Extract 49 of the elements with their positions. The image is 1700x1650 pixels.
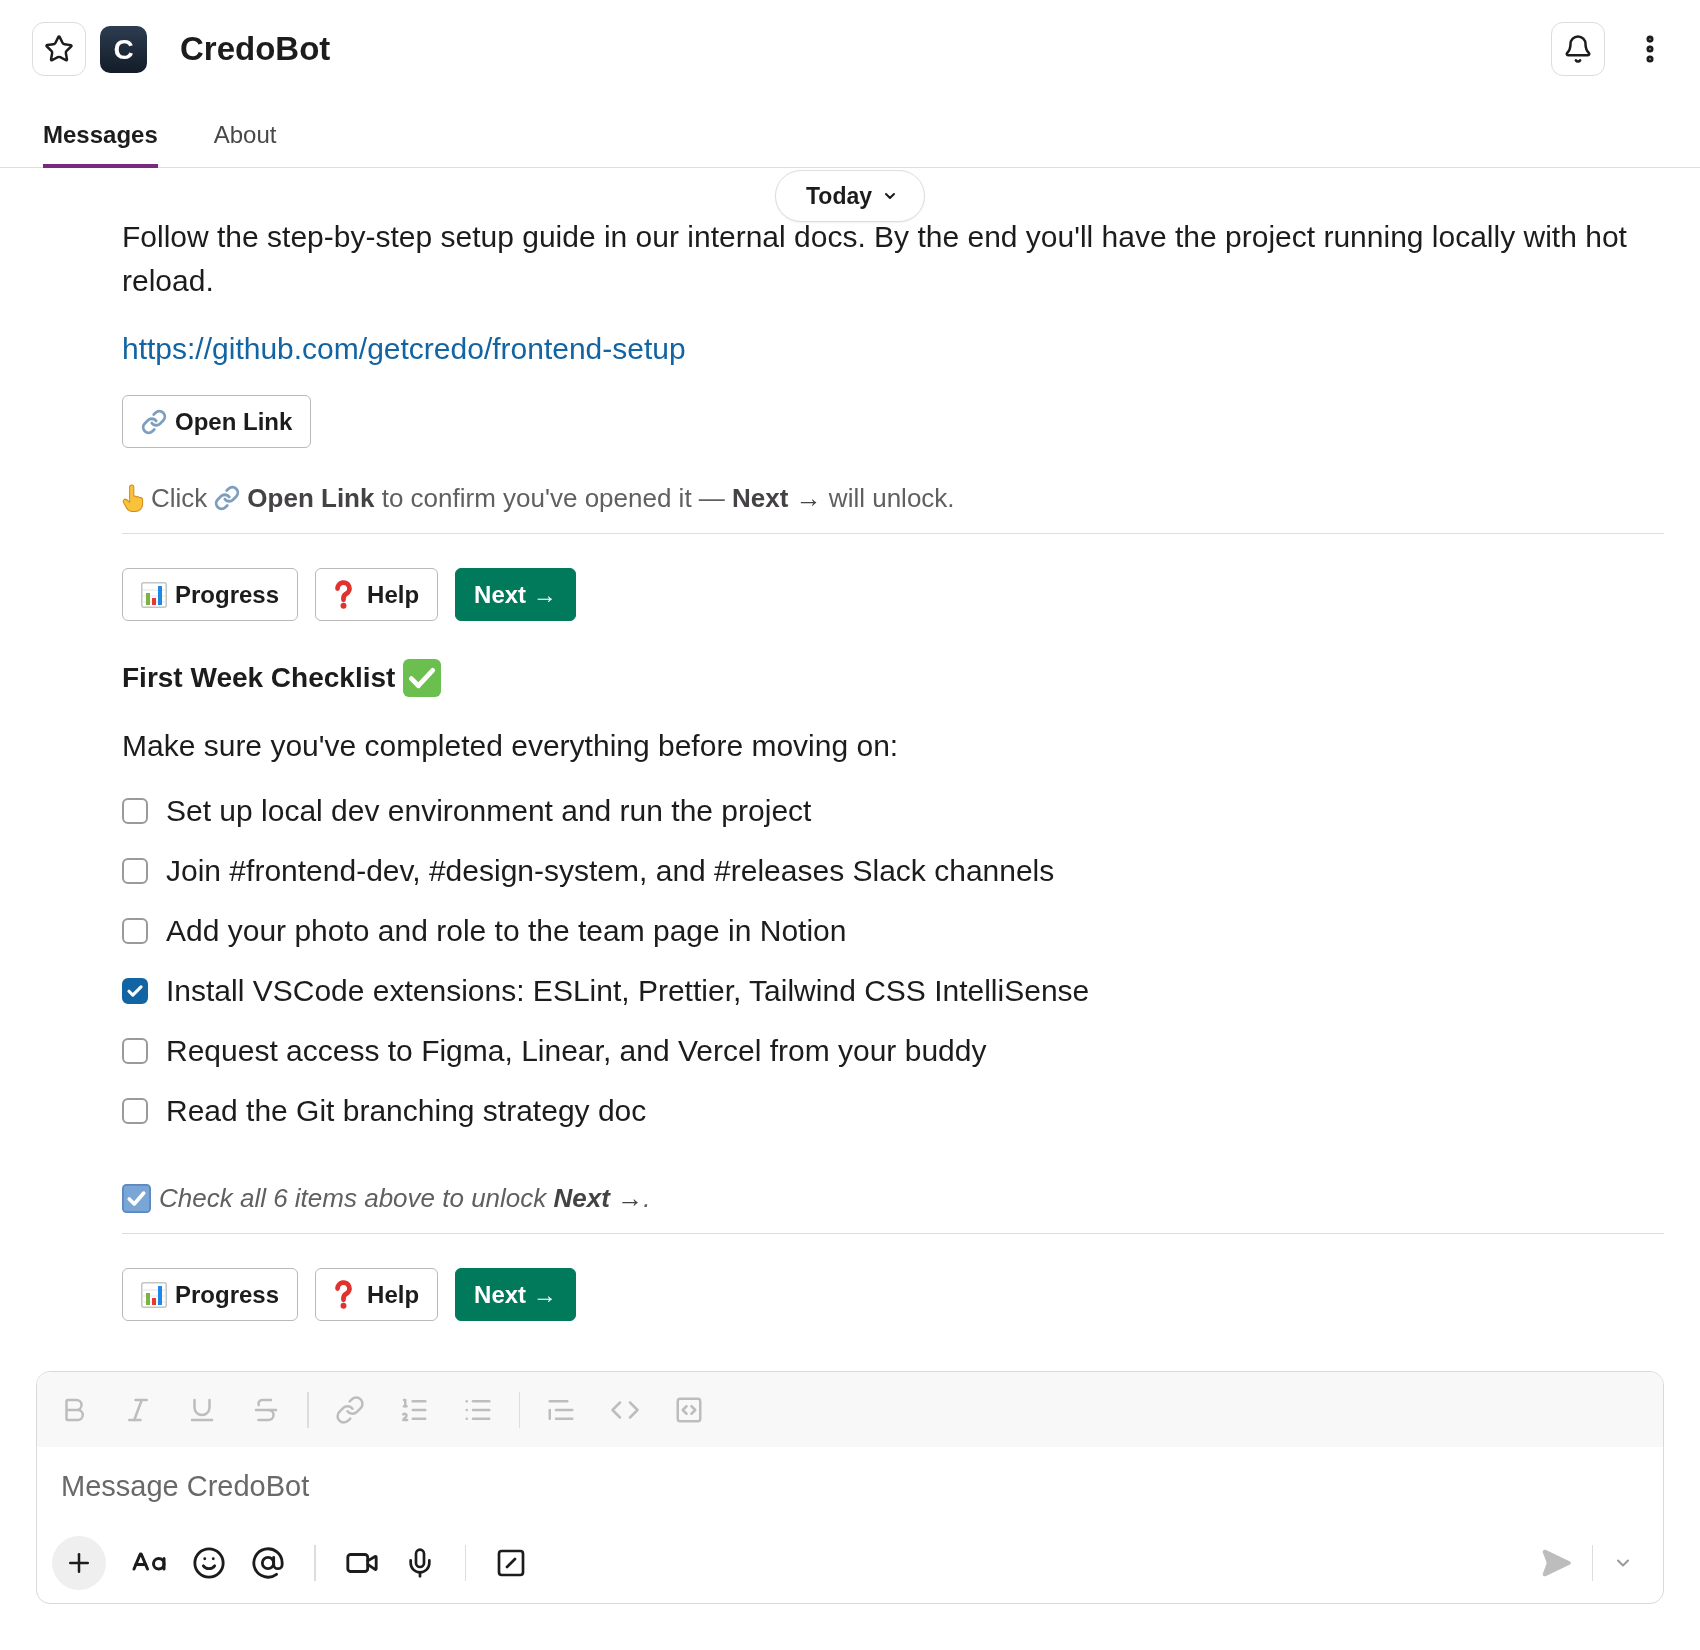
app-title: CredoBot [180, 29, 331, 69]
checkbox[interactable] [122, 918, 148, 944]
next-button[interactable]: Next → [455, 568, 576, 621]
progress-button[interactable]: Progress [122, 568, 299, 621]
message-input[interactable]: Message CredoBot [37, 1466, 1663, 1506]
checklist-item-label: Join #frontend-dev, #design-system, and #releases Slack channels [166, 853, 1055, 889]
bar-chart-icon [141, 1281, 167, 1308]
checkmark-icon [127, 985, 143, 997]
tab[interactable]: About [213, 104, 277, 168]
favorite-button[interactable] [32, 22, 86, 76]
checkbox[interactable] [122, 1098, 148, 1124]
link-icon [141, 408, 167, 435]
help-button[interactable]: Help [315, 1268, 439, 1321]
pointing-hand-icon [122, 484, 144, 512]
open-link-button[interactable]: Open Link [122, 395, 312, 448]
note-text: Check all 6 items above to unlock Next →. [159, 1182, 651, 1215]
question-mark-icon [334, 1279, 354, 1310]
checklist-item-label: Add your photo and role to the team page in Notion [166, 913, 847, 949]
bell-icon [1563, 34, 1593, 64]
link-icon [214, 485, 241, 511]
emoji-icon[interactable] [192, 1546, 226, 1580]
date-pill[interactable]: Today [775, 170, 925, 222]
mention-icon[interactable] [251, 1546, 285, 1580]
progress-button[interactable]: Progress [122, 1268, 299, 1321]
help-button[interactable]: Help [315, 568, 439, 621]
bar-chart-icon [141, 581, 167, 608]
checkbox[interactable] [122, 798, 148, 824]
checklist-title: First Week Checklist [122, 661, 396, 695]
check-mark-icon [403, 659, 442, 697]
checkbox[interactable] [122, 978, 148, 1004]
tab[interactable]: Messages [43, 104, 158, 168]
checklist-item-label: Set up local dev environment and run the project [166, 793, 812, 829]
notifications-button[interactable] [1551, 22, 1605, 76]
hint-text: Open Link to confirm you've opened it — Next → will unlock. [247, 482, 955, 515]
hint-text: Click [151, 482, 208, 515]
app-logo: C [100, 25, 147, 73]
checkbox[interactable] [122, 1038, 148, 1064]
checklist-item-label: Install VSCode extensions: ESLint, Prettier, Tailwind CSS IntelliSense [166, 973, 1090, 1009]
checklist-item-label: Read the Git branching strategy doc [166, 1093, 647, 1129]
check-box-icon [122, 1183, 151, 1213]
checklist-intro: Make sure you've completed everything before moving on: [122, 728, 900, 764]
question-mark-icon [334, 579, 354, 610]
url-link[interactable]: https://github.com/getcredo/frontend-setup [122, 327, 686, 371]
next-button[interactable]: Next → [455, 1268, 576, 1321]
message-paragraph: Follow the step-by-step setup guide in our internal docs. By the end you'll have the project running locally with hot reload. [122, 219, 1628, 299]
star-icon [44, 34, 74, 64]
checklist-item-label: Request access to Figma, Linear, and Vercel from your buddy [166, 1033, 987, 1069]
slash-command-icon[interactable] [495, 1547, 527, 1579]
checkbox[interactable] [122, 858, 148, 884]
